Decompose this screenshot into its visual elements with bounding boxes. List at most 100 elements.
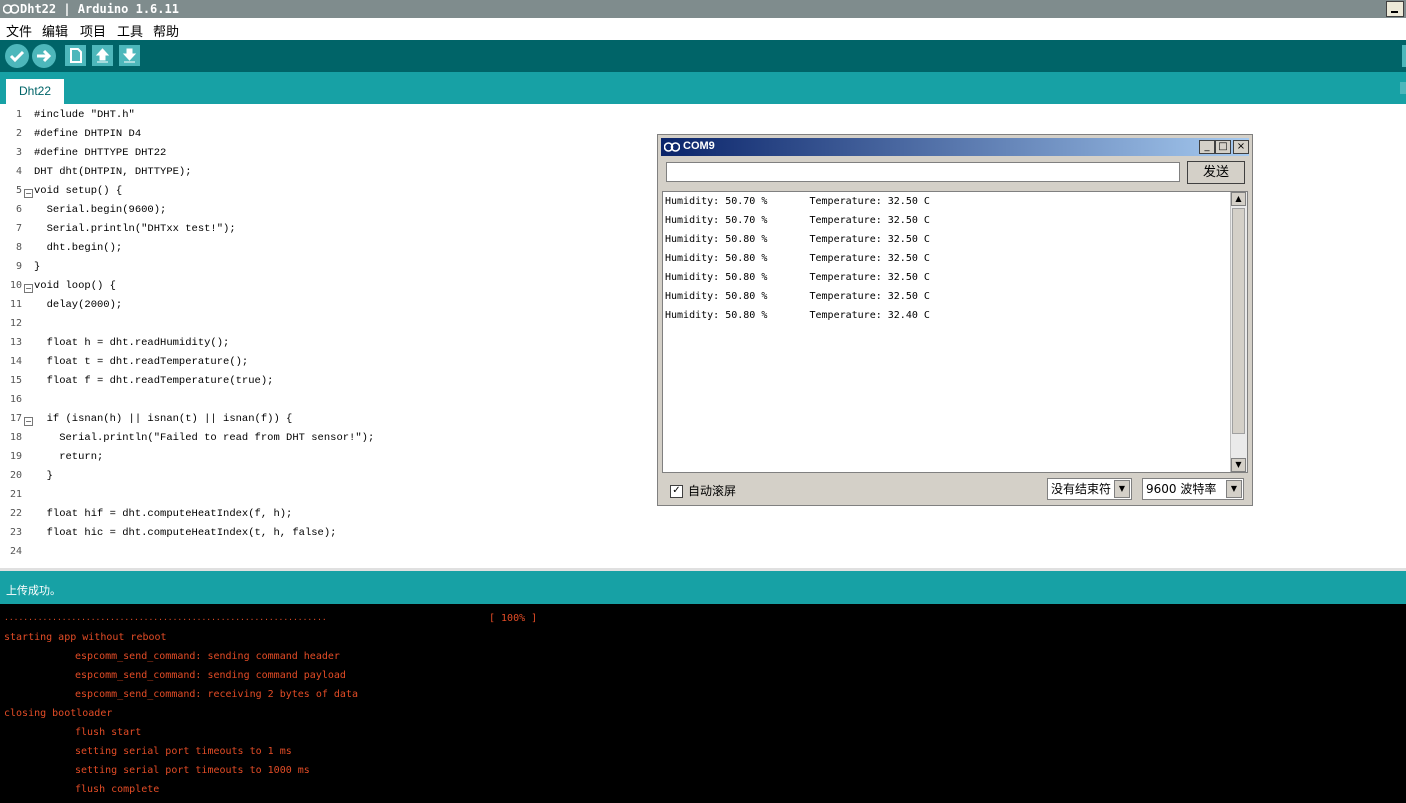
verify-button[interactable] xyxy=(5,44,29,68)
minimize-button[interactable] xyxy=(1386,1,1404,17)
code-line: float t = dht.readTemperature(); xyxy=(34,356,249,368)
line-number: 6 xyxy=(15,204,22,215)
console-line: espcomm_send_command: sending command pa… xyxy=(75,670,346,681)
line-number: 5 xyxy=(15,185,22,196)
serial-input-field[interactable] xyxy=(666,162,1180,182)
code-line: #define DHTTYPE DHT22 xyxy=(34,147,167,159)
maximize-icon[interactable]: □ xyxy=(1215,140,1231,154)
send-button[interactable]: 发送 xyxy=(1187,161,1245,184)
baud-rate-select[interactable]: 9600 波特率 ▼ xyxy=(1142,478,1244,500)
line-number: 19 xyxy=(9,451,22,462)
upload-button[interactable] xyxy=(32,44,56,68)
close-icon[interactable]: × xyxy=(1233,140,1249,154)
line-number: 10 xyxy=(9,280,22,291)
window-title: Dht22 | Arduino 1.6.11 xyxy=(20,2,179,16)
console-line: flush start xyxy=(75,727,142,738)
console-line: starting app without reboot xyxy=(4,632,167,643)
serial-output-line: Humidity: 50.80 % Temperature: 32.50 C xyxy=(665,272,930,283)
console-line: espcomm_send_command: receiving 2 bytes … xyxy=(75,689,358,700)
save-button[interactable] xyxy=(119,45,140,66)
code-line: DHT dht(DHTPIN, DHTTYPE); xyxy=(34,166,192,178)
menu-tools[interactable]: 工具 xyxy=(117,21,143,40)
code-line: delay(2000); xyxy=(34,299,123,311)
menu-file[interactable]: 文件 xyxy=(6,21,32,40)
dropdown-arrow-icon[interactable]: ▼ xyxy=(1226,480,1242,498)
line-number: 3 xyxy=(15,147,22,158)
new-button[interactable] xyxy=(65,45,86,66)
vertical-scrollbar[interactable]: ▲ ▼ xyxy=(1230,192,1247,472)
code-line: float hic = dht.computeHeatIndex(t, h, f… xyxy=(34,527,337,539)
console-progress-dots: ........................................… xyxy=(4,613,327,622)
code-line: Serial.println("Failed to read from DHT … xyxy=(34,432,375,444)
menu-help[interactable]: 帮助 xyxy=(153,21,179,40)
console-line: espcomm_send_command: sending command he… xyxy=(75,651,340,662)
line-ending-value: 没有结束符 xyxy=(1051,482,1112,496)
open-button[interactable] xyxy=(92,45,113,66)
code-line: float f = dht.readTemperature(true); xyxy=(34,375,274,387)
serial-output-area[interactable]: Humidity: 50.70 % Temperature: 32.50 C H… xyxy=(662,191,1248,473)
line-number: 24 xyxy=(9,546,22,557)
baud-rate-value: 9600 波特率 xyxy=(1146,482,1217,496)
tab-menu-button[interactable] xyxy=(1400,82,1406,94)
fold-toggle-icon[interactable]: − xyxy=(24,189,33,198)
code-line: void loop() { xyxy=(34,280,116,292)
dropdown-arrow-icon[interactable]: ▼ xyxy=(1114,480,1130,498)
checkmark-icon[interactable]: ✓ xyxy=(670,485,683,498)
code-line: return; xyxy=(34,451,104,463)
line-number: 21 xyxy=(9,489,22,500)
code-line: Serial.begin(9600); xyxy=(34,204,167,216)
console-line: setting serial port timeouts to 1 ms xyxy=(75,746,292,757)
serial-monitor-title: COM9 xyxy=(683,140,715,152)
line-number-gutter: 1 2 3 4 5 6 7 8 9 10 11 12 13 14 15 16 1… xyxy=(0,104,34,568)
line-number: 22 xyxy=(9,508,22,519)
console-line: setting serial port timeouts to 1000 ms xyxy=(75,765,310,776)
line-ending-select[interactable]: 没有结束符 ▼ xyxy=(1047,478,1132,500)
fold-toggle-icon[interactable]: − xyxy=(24,417,33,426)
scroll-down-icon[interactable]: ▼ xyxy=(1231,458,1246,472)
serial-monitor-title-bar[interactable]: COM9 _ □ × xyxy=(661,138,1249,156)
code-line: } xyxy=(34,470,53,482)
serial-monitor-window: COM9 _ □ × 发送 Humidity: 50.70 % Temperat… xyxy=(657,134,1253,506)
open-icon xyxy=(95,48,110,63)
code-line: } xyxy=(34,261,41,273)
upload-icon xyxy=(37,49,52,63)
line-number: 4 xyxy=(15,166,22,177)
fold-toggle-icon[interactable]: − xyxy=(24,284,33,293)
line-number: 2 xyxy=(15,128,22,139)
console-line: closing bootloader xyxy=(4,708,113,719)
menu-sketch[interactable]: 项目 xyxy=(80,21,106,40)
toolbar xyxy=(0,40,1406,72)
line-number: 16 xyxy=(9,394,22,405)
menu-bar: 文件 编辑 项目 工具 帮助 xyxy=(0,18,1406,40)
scrollbar-thumb[interactable] xyxy=(1232,208,1245,434)
minimize-icon[interactable]: _ xyxy=(1199,140,1215,154)
new-icon xyxy=(70,48,82,63)
serial-output-line: Humidity: 50.80 % Temperature: 32.50 C xyxy=(665,291,930,302)
tab-dht22[interactable]: Dht22 xyxy=(6,79,64,104)
line-number: 12 xyxy=(9,318,22,329)
line-number: 23 xyxy=(9,527,22,538)
title-bar: Dht22 | Arduino 1.6.11 xyxy=(0,0,1406,18)
console-progress-pct: [ 100% ] xyxy=(489,613,538,624)
line-number: 14 xyxy=(9,356,22,367)
line-number: 9 xyxy=(15,261,22,272)
serial-output-line: Humidity: 50.80 % Temperature: 32.40 C xyxy=(665,310,930,321)
line-number: 13 xyxy=(9,337,22,348)
scroll-up-icon[interactable]: ▲ xyxy=(1231,192,1246,206)
line-number: 18 xyxy=(9,432,22,443)
serial-output-line: Humidity: 50.80 % Temperature: 32.50 C xyxy=(665,234,930,245)
code-line: float hif = dht.computeHeatIndex(f, h); xyxy=(34,508,293,520)
menu-edit[interactable]: 编辑 xyxy=(42,21,68,40)
status-bar: 上传成功。 xyxy=(0,571,1406,604)
line-number: 7 xyxy=(15,223,22,234)
code-line: float h = dht.readHumidity(); xyxy=(34,337,230,349)
line-number: 15 xyxy=(9,375,22,386)
code-line: dht.begin(); xyxy=(34,242,123,254)
serial-output-line: Humidity: 50.80 % Temperature: 32.50 C xyxy=(665,253,930,264)
autoscroll-checkbox[interactable]: ✓ 自动滚屏 xyxy=(670,482,736,499)
code-line: #include "DHT.h" xyxy=(34,109,135,121)
serial-monitor-button[interactable] xyxy=(1402,45,1406,67)
code-line: void setup() { xyxy=(34,185,123,197)
code-line: if (isnan(h) || isnan(t) || isnan(f)) { xyxy=(34,413,293,425)
autoscroll-label: 自动滚屏 xyxy=(688,484,737,498)
